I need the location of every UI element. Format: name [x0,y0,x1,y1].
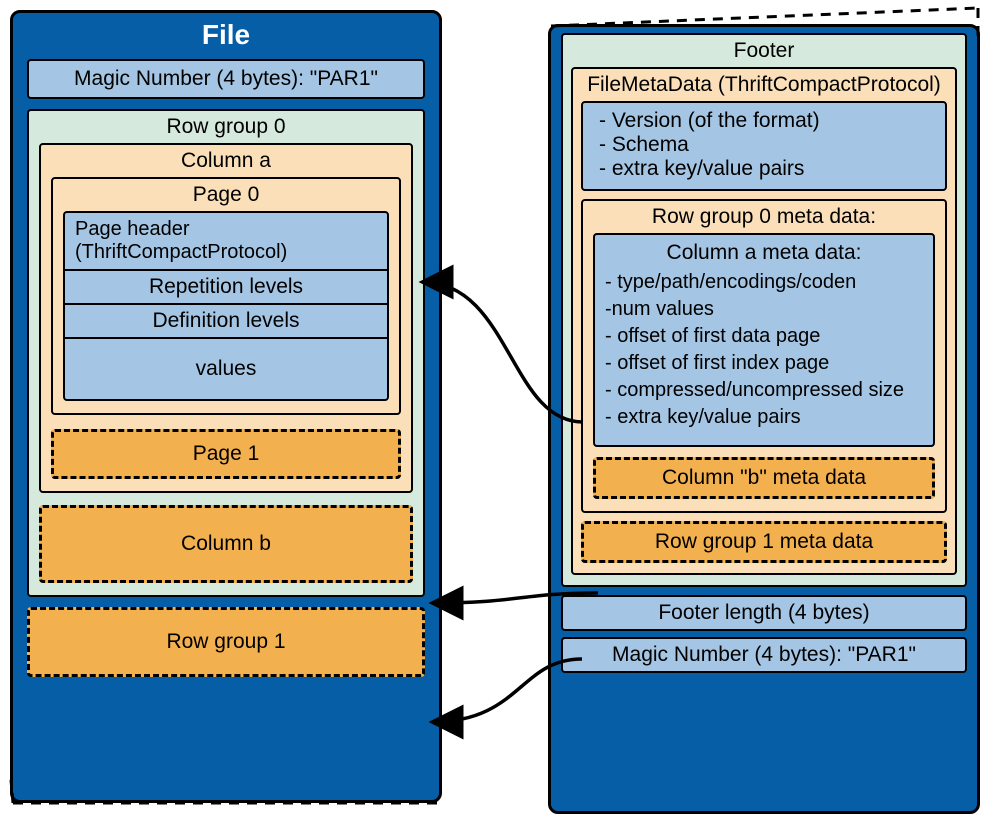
col-a-meta-label: Column a meta data: [605,239,923,269]
file-title: File [13,13,439,59]
column-b: Column b [39,505,413,583]
row-group-0-label: Row group 0 [39,111,413,143]
page-0-body: Page header (ThriftCompactProtocol) Repe… [63,211,389,401]
fmd-info: - Version (of the format) - Schema - ext… [581,101,947,191]
footer-magic: Magic Number (4 bytes): "PAR1" [561,637,967,673]
footer-box: Footer FileMetaData (ThriftCompactProtoc… [561,33,967,587]
rg0-meta: Row group 0 meta data: Column a meta dat… [581,199,947,513]
file-meta-data: FileMetaData (ThriftCompactProtocol) - V… [571,67,957,575]
footer-panel: Footer FileMetaData (ThriftCompactProtoc… [548,24,980,814]
values: values [65,337,387,399]
col-a-l2: -num values [605,296,923,323]
col-a-l1: - type/path/encodings/coden [605,269,923,296]
column-a: Column a Page 0 Page header (ThriftCompa… [39,143,413,493]
fmd-label: FileMetaData (ThriftCompactProtocol) [581,69,947,101]
footer-length: Footer length (4 bytes) [561,595,967,631]
col-a-l3: - offset of first data page [605,323,923,350]
col-a-l6: - extra key/value pairs [605,404,923,431]
rg1-meta: Row group 1 meta data [581,521,947,563]
rg0-meta-label: Row group 0 meta data: [593,201,935,233]
fmd-info-3: - extra key/value pairs [599,157,937,181]
col-a-l4: - offset of first index page [605,350,923,377]
row-group-1: Row group 1 [27,607,425,677]
footer-title: Footer [571,35,957,67]
fmd-info-1: - Version (of the format) [599,109,937,133]
page-0-label: Page 0 [63,179,389,211]
page-1: Page 1 [51,429,401,479]
col-a-meta: Column a meta data: - type/path/encoding… [593,233,935,447]
column-a-label: Column a [51,145,401,177]
def-levels: Definition levels [65,303,387,337]
page-header: Page header (ThriftCompactProtocol) [65,213,387,269]
page-0: Page 0 Page header (ThriftCompactProtoco… [51,177,401,415]
rep-levels: Repetition levels [65,269,387,303]
row-group-0: Row group 0 Column a Page 0 Page header … [27,109,425,597]
file-panel: File Magic Number (4 bytes): "PAR1" Row … [10,10,442,803]
fmd-info-2: - Schema [599,133,937,157]
col-a-l5: - compressed/uncompressed size [605,377,923,404]
file-magic: Magic Number (4 bytes): "PAR1" [27,59,425,99]
col-b-meta: Column "b" meta data [593,457,935,499]
